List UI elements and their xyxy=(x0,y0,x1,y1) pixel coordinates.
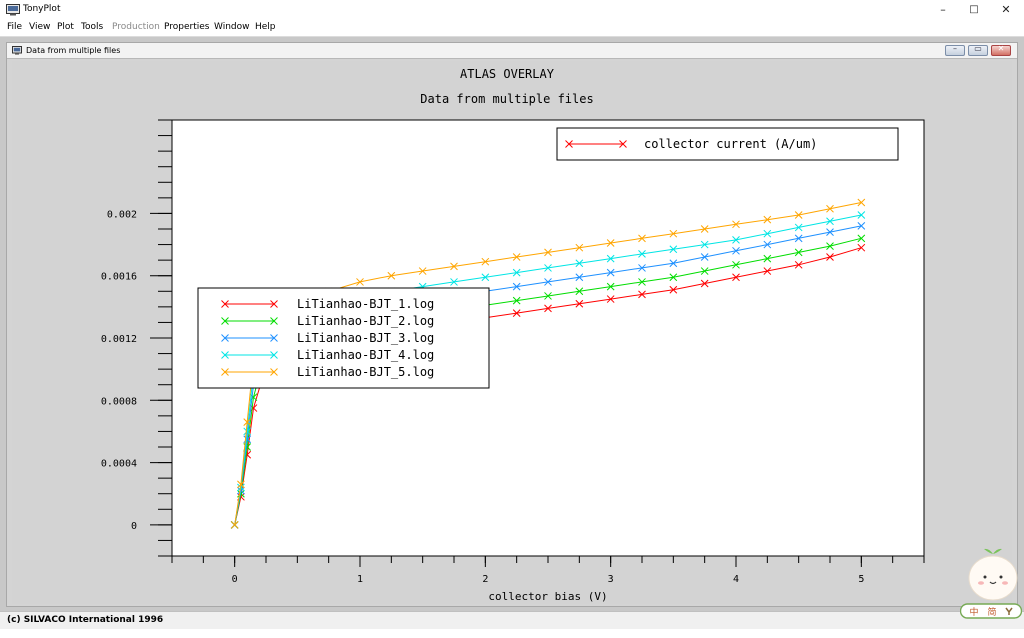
legend-label-3: LiTianhao-BJT_3.log xyxy=(297,331,434,345)
x-tick-label: 1 xyxy=(357,574,363,585)
menu-file[interactable]: File xyxy=(7,22,22,32)
child-close-button[interactable]: ✕ xyxy=(991,44,1011,56)
child-restore-button[interactable]: ▭ xyxy=(968,44,988,56)
ime-label-simplified: 简 xyxy=(987,606,996,618)
window-titlebar[interactable]: TonyPlot – □ ✕ xyxy=(0,0,1024,20)
window-title: TonyPlot xyxy=(23,4,61,14)
menu-tools[interactable]: Tools xyxy=(81,22,103,32)
y-tick-label: 0.0012 xyxy=(101,334,137,345)
y-tick-label: 0.0004 xyxy=(101,459,137,470)
ime-label-chinese: 中 xyxy=(969,606,978,618)
maximize-button[interactable]: □ xyxy=(959,2,989,18)
x-tick-label: 2 xyxy=(482,574,488,585)
y-tick-label: 0.0016 xyxy=(101,272,137,283)
quantity-legend: collector current (A/um) xyxy=(556,127,899,161)
menu-window[interactable]: Window xyxy=(214,22,250,32)
overlay-chart[interactable]: ATLAS OVERLAY Data from multiple files 0… xyxy=(12,61,1012,604)
child-minimize-button[interactable]: – xyxy=(945,44,965,56)
x-tick-label: 3 xyxy=(608,574,614,585)
chart-title: ATLAS OVERLAY xyxy=(460,67,555,81)
taskbar-strip xyxy=(0,629,1024,638)
mdi-area: Data from multiple files – ▭ ✕ ATLAS OVE… xyxy=(0,37,1024,611)
plot-child-window: Data from multiple files – ▭ ✕ ATLAS OVE… xyxy=(6,42,1018,607)
x-tick-label: 5 xyxy=(858,574,864,585)
y-tick-label: 0 xyxy=(131,521,137,532)
y-tick-label: 0.002 xyxy=(107,209,137,220)
series-legend: LiTianhao-BJT_1.log LiTianhao-BJT_2.log … xyxy=(197,287,490,389)
chart-subtitle: Data from multiple files xyxy=(420,92,593,106)
child-window-title: Data from multiple files xyxy=(26,46,121,55)
x-tick-label: 4 xyxy=(733,574,739,585)
menu-production: Production xyxy=(112,22,160,32)
status-bar: (c) SILVACO International 1996 xyxy=(0,611,1024,629)
tonyplot-app-icon xyxy=(6,4,20,16)
menu-view[interactable]: View xyxy=(29,22,50,32)
legend-label-1: LiTianhao-BJT_1.log xyxy=(297,297,434,311)
copyright-status: (c) SILVACO International 1996 xyxy=(7,615,164,625)
tonyplot-app: TonyPlot – □ ✕ File View Plot Tools Prod… xyxy=(0,0,1024,638)
legend-label-2: LiTianhao-BJT_2.log xyxy=(297,314,434,328)
quantity-legend-label: collector current (A/um) xyxy=(644,137,817,151)
legend-label-5: LiTianhao-BJT_5.log xyxy=(297,365,434,379)
child-window-icon xyxy=(12,46,22,55)
menu-properties[interactable]: Properties xyxy=(164,22,209,32)
menu-help[interactable]: Help xyxy=(255,22,276,32)
x-axis-label: collector bias (V) xyxy=(488,590,607,603)
plot-area-background: ATLAS OVERLAY Data from multiple files 0… xyxy=(12,61,1012,604)
ime-mascot-icon[interactable]: 中 简 xyxy=(960,545,1022,621)
minimize-button[interactable]: – xyxy=(928,2,958,18)
menu-bar: File View Plot Tools Production Properti… xyxy=(0,20,1024,37)
menu-plot[interactable]: Plot xyxy=(57,22,74,32)
legend-label-4: LiTianhao-BJT_4.log xyxy=(297,348,434,362)
child-titlebar[interactable]: Data from multiple files – ▭ ✕ xyxy=(7,43,1017,59)
x-tick-label: 0 xyxy=(232,574,238,585)
y-tick-label: 0.0008 xyxy=(101,396,137,407)
close-button[interactable]: ✕ xyxy=(991,2,1021,18)
